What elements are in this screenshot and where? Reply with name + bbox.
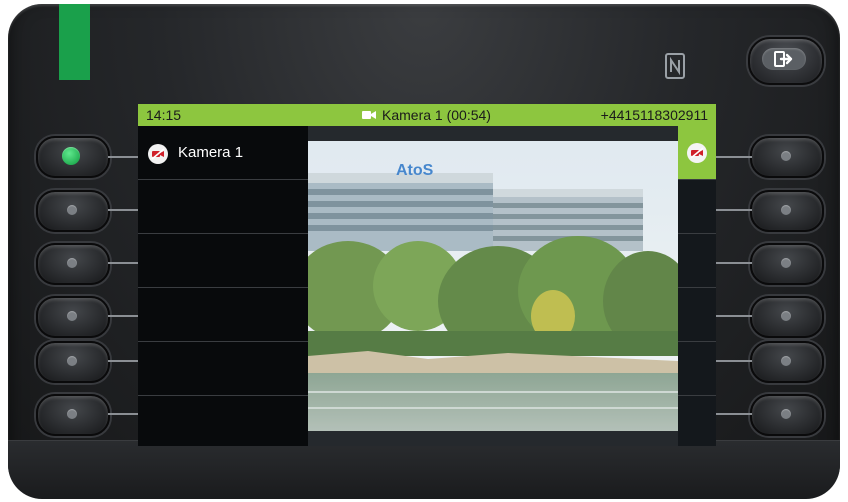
key-connector — [714, 209, 752, 211]
right-softkey-1[interactable] — [750, 136, 824, 178]
call-status: Kamera 1 (00:54) — [362, 104, 491, 126]
key-connector — [714, 413, 752, 415]
leave-key-cap — [762, 48, 806, 70]
phone-number: +4415118302911 — [600, 107, 708, 123]
led — [67, 258, 77, 268]
left-softkey-1[interactable] — [36, 136, 110, 178]
key-connector — [714, 360, 752, 362]
video-camera-icon — [362, 111, 376, 119]
led — [781, 205, 791, 215]
list-item[interactable] — [138, 396, 308, 446]
brand-strip — [59, 4, 90, 80]
led — [781, 311, 791, 321]
exit-icon — [774, 51, 793, 67]
led — [67, 356, 77, 366]
phone-screen: 14:15 Kamera 1 (00:54) +4415118302911 Ka… — [138, 104, 716, 446]
list-item[interactable] — [138, 342, 308, 396]
camera-list: Kamera 1 — [138, 126, 308, 446]
camera-off-icon — [148, 144, 168, 164]
left-softkey-3[interactable] — [36, 243, 110, 285]
right-control-column — [678, 126, 716, 446]
left-softkey-4[interactable] — [36, 296, 110, 338]
right-cell[interactable] — [678, 180, 716, 234]
key-connector — [108, 156, 140, 158]
camera-toggle-cell[interactable] — [678, 126, 716, 180]
key-connector — [108, 315, 140, 317]
list-item[interactable] — [138, 288, 308, 342]
right-softkey-5[interactable] — [750, 341, 824, 383]
led — [781, 356, 791, 366]
right-softkey-3[interactable] — [750, 243, 824, 285]
camera-off-icon — [687, 143, 707, 163]
list-item[interactable] — [138, 234, 308, 288]
status-bar: 14:15 Kamera 1 (00:54) +4415118302911 — [138, 104, 716, 126]
key-connector — [714, 315, 752, 317]
led — [67, 311, 77, 321]
leave-button[interactable] — [748, 37, 824, 85]
led — [781, 258, 791, 268]
led — [67, 409, 77, 419]
right-cell[interactable] — [678, 288, 716, 342]
left-softkey-2[interactable] — [36, 190, 110, 232]
key-connector — [108, 262, 140, 264]
video-area: AtoS — [308, 126, 678, 446]
list-item[interactable] — [138, 180, 308, 234]
right-softkey-6[interactable] — [750, 394, 824, 436]
led — [781, 151, 791, 161]
led — [67, 205, 77, 215]
left-softkey-6[interactable] — [36, 394, 110, 436]
right-cell[interactable] — [678, 342, 716, 396]
device-bottom-panel — [8, 440, 840, 499]
right-softkey-4[interactable] — [750, 296, 824, 338]
nfc-icon — [665, 53, 685, 79]
camera-video-feed: AtoS — [308, 141, 678, 431]
right-softkey-2[interactable] — [750, 190, 824, 232]
key-connector — [108, 209, 140, 211]
led — [781, 409, 791, 419]
status-time: 14:15 — [146, 107, 182, 123]
call-label: Kamera 1 (00:54) — [382, 107, 491, 123]
key-connector — [108, 413, 140, 415]
right-cell[interactable] — [678, 396, 716, 446]
list-item-label: Kamera 1 — [178, 144, 244, 161]
list-item[interactable]: Kamera 1 — [138, 126, 308, 180]
left-softkey-5[interactable] — [36, 341, 110, 383]
key-connector — [714, 262, 752, 264]
right-cell[interactable] — [678, 234, 716, 288]
key-connector — [714, 156, 752, 158]
active-led — [62, 147, 80, 165]
key-connector — [108, 360, 140, 362]
